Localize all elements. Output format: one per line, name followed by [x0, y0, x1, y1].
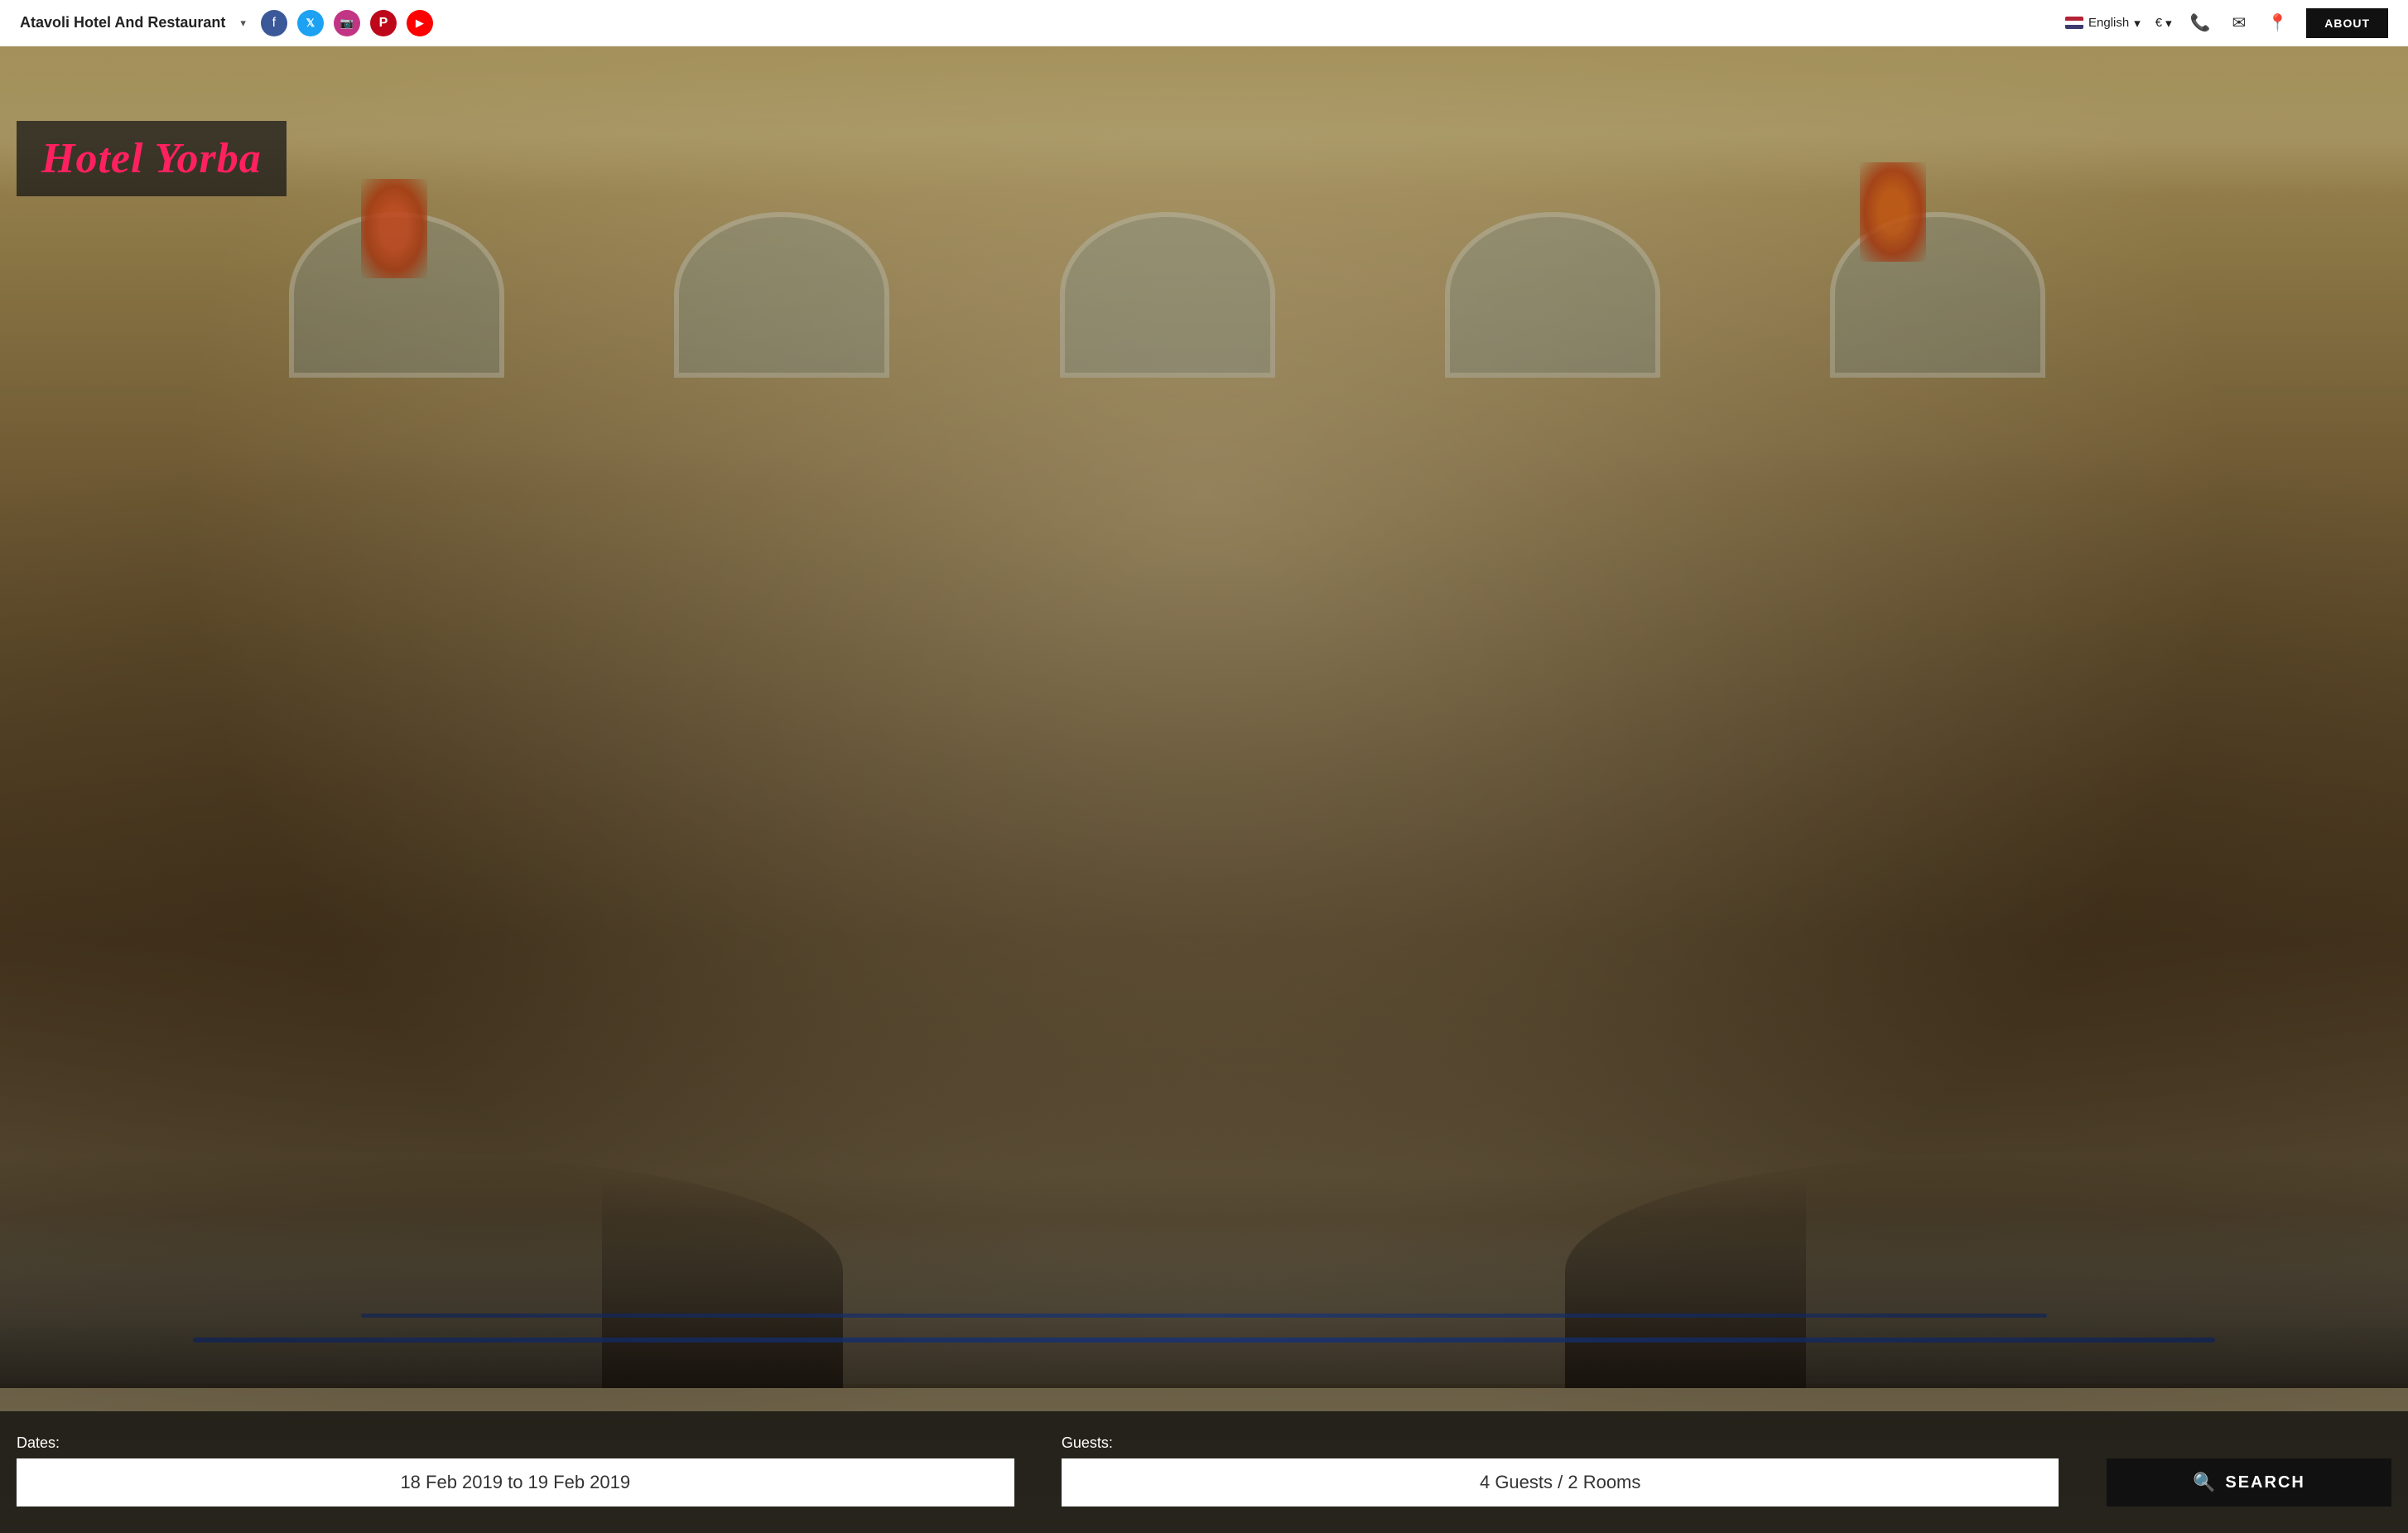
twitter-icon[interactable]: 𝕏: [297, 10, 324, 36]
dates-label: Dates:: [17, 1434, 1014, 1452]
language-dropdown-icon[interactable]: ▾: [2134, 16, 2141, 31]
search-button-label: SEARCH: [2225, 1473, 2304, 1492]
guests-input[interactable]: 4 Guests / 2 Rooms: [1062, 1458, 2059, 1506]
about-button[interactable]: ABOUT: [2306, 8, 2388, 38]
youtube-icon[interactable]: ▶: [407, 10, 433, 36]
dates-input[interactable]: 18 Feb 2019 to 19 Feb 2019: [17, 1458, 1014, 1506]
language-selector[interactable]: English ▾: [2065, 16, 2141, 31]
facebook-icon[interactable]: f: [261, 10, 287, 36]
email-icon[interactable]: ✉: [2229, 9, 2250, 36]
flag-icon: [2065, 17, 2083, 29]
search-icon: 🔍: [2193, 1472, 2217, 1493]
brand-dropdown-icon[interactable]: ▾: [240, 17, 246, 30]
navbar-left: Atavoli Hotel And Restaurant ▾ f 𝕏 📷 P ▶: [20, 10, 433, 36]
location-icon[interactable]: 📍: [2264, 9, 2291, 36]
navbar: Atavoli Hotel And Restaurant ▾ f 𝕏 📷 P ▶…: [0, 0, 2408, 46]
currency-dropdown-icon[interactable]: ▾: [2165, 16, 2172, 31]
guests-label: Guests:: [1062, 1434, 2059, 1452]
hero-section: Hotel Yorba Dates: Guests: 18 Feb 2019 t…: [0, 46, 2408, 1533]
search-inputs: 18 Feb 2019 to 19 Feb 2019 4 Guests / 2 …: [17, 1458, 2391, 1506]
phone-icon[interactable]: 📞: [2187, 9, 2214, 36]
navbar-right: English ▾ € ▾ 📞 ✉ 📍 ABOUT: [2065, 8, 2388, 38]
search-area: Dates: Guests: 18 Feb 2019 to 19 Feb 201…: [0, 1411, 2408, 1533]
hotel-name-box: Hotel Yorba: [17, 121, 287, 196]
search-labels: Dates: Guests:: [17, 1434, 2391, 1452]
social-icons: f 𝕏 📷 P ▶: [261, 10, 433, 36]
language-label: English: [2088, 16, 2129, 30]
currency-selector[interactable]: € ▾: [2155, 16, 2172, 31]
hotel-name: Hotel Yorba: [41, 134, 262, 183]
brand-name[interactable]: Atavoli Hotel And Restaurant: [20, 14, 225, 31]
currency-symbol: €: [2155, 16, 2162, 30]
hero-overlay: [0, 46, 2408, 1533]
instagram-icon[interactable]: 📷: [334, 10, 360, 36]
search-button[interactable]: 🔍 SEARCH: [2107, 1458, 2391, 1506]
pinterest-icon[interactable]: P: [370, 10, 397, 36]
